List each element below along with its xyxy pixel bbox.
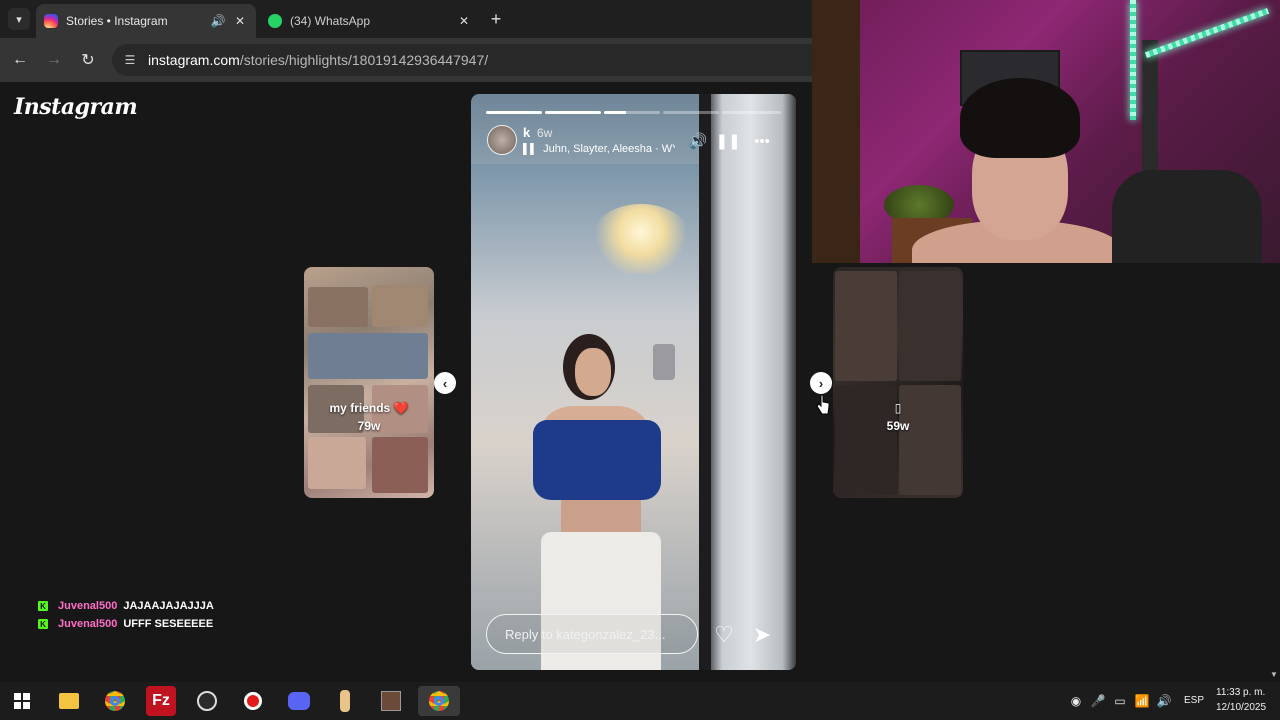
- chat-text: JAJAAJAJAJJJA: [123, 600, 214, 612]
- story-audio-info[interactable]: ▌▌ Juhn, Slayter, Aleesha · WY...: [523, 143, 675, 155]
- webcam-overlay: [812, 0, 1280, 263]
- audio-bars-icon: ▌▌: [523, 143, 538, 155]
- collage-photo: [899, 271, 961, 381]
- story-avatar[interactable]: [487, 125, 517, 155]
- windows-start-icon[interactable]: [7, 686, 37, 716]
- language-indicator[interactable]: ESP: [1184, 695, 1204, 706]
- story-mirror-frame: [699, 94, 711, 670]
- collage-photo: [308, 437, 366, 489]
- story-chandelier: [591, 204, 691, 274]
- chat-username: Juvenal500: [58, 600, 118, 612]
- preview-title: my friends ❤️: [329, 401, 409, 415]
- microphone-icon[interactable]: 🎤: [1090, 693, 1106, 709]
- tab-close-icon[interactable]: ✕: [232, 13, 248, 29]
- story-progress-segment: [604, 111, 660, 114]
- preview-age: 79w: [357, 419, 381, 433]
- tab-instagram[interactable]: Stories • Instagram 🔊 ✕: [36, 4, 256, 38]
- obs-icon[interactable]: [192, 686, 222, 716]
- reply-placeholder: Reply to kategonzalez_23...: [505, 626, 666, 642]
- tab-search-icon[interactable]: ▾: [8, 8, 30, 30]
- taskbar: Fz ◉ 🎤 ▭ 📶 🔊 ESP 11:33 p. m. 12/10/2025: [0, 682, 1280, 720]
- clock-date[interactable]: 12/10/2025: [1216, 702, 1266, 713]
- story-time: 6w: [537, 126, 553, 140]
- reply-input[interactable]: Reply to kategonzalez_23...: [486, 614, 698, 654]
- pause-icon[interactable]: ❚❚: [715, 130, 740, 152]
- chat-message: K Juvenal500 JAJAAJAJAJJJA: [38, 597, 214, 615]
- collage-photo: [308, 333, 428, 379]
- tab-title: Stories • Instagram: [66, 14, 168, 28]
- app-figure-icon[interactable]: [330, 686, 360, 716]
- next-story-preview[interactable]: ▯ 59w: [833, 267, 963, 498]
- address-bar[interactable]: ☰ instagram.com/stories/highlights/18019…: [112, 44, 812, 76]
- site-settings-icon[interactable]: ☰: [122, 52, 138, 68]
- heart-icon[interactable]: ♡: [711, 622, 737, 648]
- discord-icon[interactable]: [284, 686, 314, 716]
- chat-username: Juvenal500: [58, 618, 118, 630]
- browser-tab-bar: ▾ Stories • Instagram 🔊 ✕ (34) WhatsApp …: [0, 0, 812, 38]
- previous-story-button[interactable]: ‹: [434, 372, 456, 394]
- whatsapp-favicon-icon: [268, 14, 282, 28]
- preview-age: 59w: [886, 419, 910, 433]
- tab-audio-icon[interactable]: 🔊: [210, 13, 226, 29]
- chat-message: K Juvenal500 UFFF SESEEEEE: [38, 615, 214, 633]
- clock-time[interactable]: 11:33 p. m.: [1216, 687, 1265, 698]
- url-host: instagram.com: [148, 52, 240, 68]
- browser-toolbar: ← → ↻ ☰ instagram.com/stories/highlights…: [0, 38, 812, 82]
- wifi-icon[interactable]: 📶: [1134, 693, 1150, 709]
- send-icon[interactable]: ➤: [749, 622, 775, 648]
- story-progress-segment: [486, 111, 542, 114]
- story-progress-segment: [545, 111, 601, 114]
- story-viewer[interactable]: k 6w ▌▌ Juhn, Slayter, Aleesha · WY... 🔊…: [471, 94, 796, 670]
- story-door: [706, 94, 796, 670]
- tab-title: (34) WhatsApp: [290, 14, 371, 28]
- story-audio-title: Juhn, Slayter, Aleesha · WY...: [543, 143, 675, 155]
- story-username[interactable]: k: [523, 125, 530, 140]
- collage-photo: [308, 287, 368, 327]
- chrome-icon[interactable]: [100, 686, 130, 716]
- record-icon[interactable]: [238, 686, 268, 716]
- forward-button[interactable]: →: [42, 48, 66, 72]
- chat-text: UFFF SESEEEEE: [123, 618, 214, 630]
- kick-badge-icon: K: [38, 619, 48, 629]
- tab-whatsapp[interactable]: (34) WhatsApp ✕: [260, 4, 480, 38]
- hand-cursor-icon: [816, 394, 830, 415]
- next-story-button[interactable]: ›: [810, 372, 832, 394]
- story-progress-segment: [663, 111, 719, 114]
- filezilla-icon[interactable]: Fz: [146, 686, 176, 716]
- instagram-logo[interactable]: Instagram: [14, 94, 138, 120]
- file-explorer-icon[interactable]: [54, 686, 84, 716]
- battery-icon[interactable]: ▭: [1112, 693, 1128, 709]
- scroll-down-arrow-icon[interactable]: ▼: [1268, 668, 1280, 680]
- chrome-active-icon[interactable]: [418, 686, 460, 716]
- stream-chat-overlay: K Juvenal500 JAJAAJAJAJJJA K Juvenal500 …: [38, 597, 214, 633]
- back-button[interactable]: ←: [8, 48, 32, 72]
- previous-story-preview[interactable]: my friends ❤️ 79w: [304, 267, 434, 498]
- preview-title: ▯: [894, 401, 902, 415]
- more-icon[interactable]: •••: [751, 130, 773, 152]
- tab-close-icon[interactable]: ✕: [456, 13, 472, 29]
- collage-photo: [372, 437, 428, 493]
- instagram-favicon-icon: [44, 14, 58, 28]
- collage-photo: [372, 285, 428, 327]
- speaker-icon[interactable]: 🔊: [687, 130, 709, 152]
- story-progress-segment: [722, 111, 781, 114]
- reload-button[interactable]: ↻: [76, 48, 100, 72]
- game-icon[interactable]: [376, 686, 406, 716]
- new-tab-button[interactable]: +: [484, 8, 508, 30]
- recording-tray-icon[interactable]: ◉: [1068, 693, 1084, 709]
- kick-badge-icon: K: [38, 601, 48, 611]
- url-path: /stories/highlights/18019142936447947/: [239, 52, 489, 68]
- volume-icon[interactable]: 🔊: [1156, 693, 1172, 709]
- collage-photo: [835, 271, 897, 381]
